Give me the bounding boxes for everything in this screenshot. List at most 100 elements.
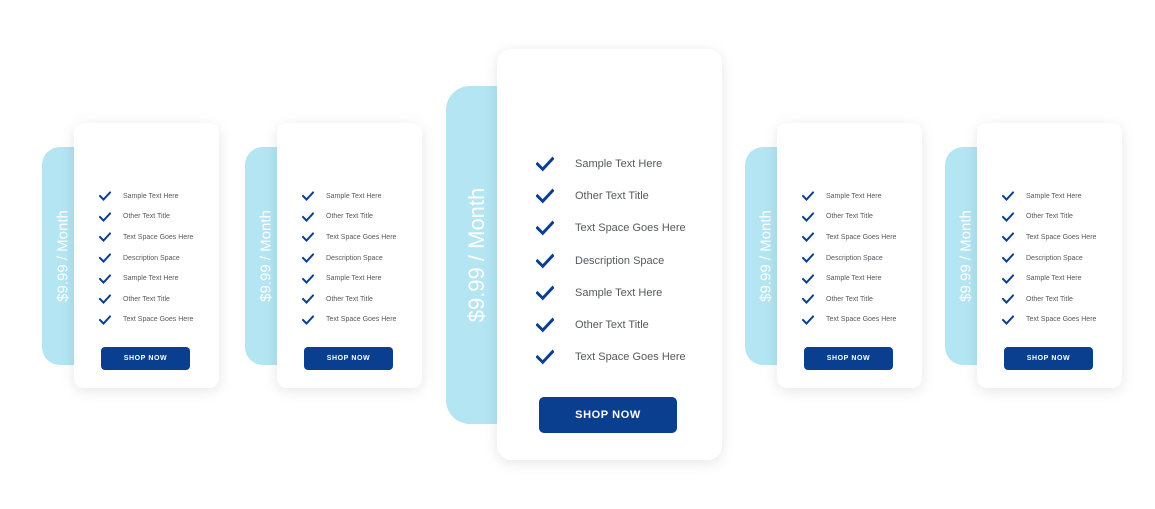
check-icon xyxy=(1002,314,1014,326)
feature-item: Text Space Goes Here xyxy=(802,310,896,331)
feature-label: Other Text Title xyxy=(575,190,649,203)
feature-label: Other Text Title xyxy=(326,295,373,303)
feature-label: Sample Text Here xyxy=(575,158,663,171)
shop-now-button[interactable]: SHOP NOW xyxy=(304,347,393,370)
feature-item: Sample Text Here xyxy=(99,268,193,289)
shop-now-button[interactable]: SHOP NOW xyxy=(539,397,677,433)
feature-item: Sample Text Here xyxy=(1002,268,1096,289)
feature-label: Text Space Goes Here xyxy=(575,222,686,235)
feature-label: Text Space Goes Here xyxy=(123,233,194,241)
check-icon xyxy=(802,211,814,223)
check-icon xyxy=(802,190,814,202)
feature-label: Text Space Goes Here xyxy=(826,316,897,324)
check-icon xyxy=(1002,190,1014,202)
feature-label: Sample Text Here xyxy=(575,286,663,299)
feature-item: Text Space Goes Here xyxy=(99,310,193,331)
check-icon xyxy=(99,190,111,202)
feature-label: Text Space Goes Here xyxy=(575,351,686,364)
check-icon xyxy=(99,293,111,305)
feature-item: Sample Text Here xyxy=(302,268,396,289)
feature-list: Sample Text Here Other Text Title Text S… xyxy=(99,186,193,330)
feature-item: Other Text Title xyxy=(1002,207,1096,228)
feature-label: Sample Text Here xyxy=(826,275,882,283)
feature-label: Sample Text Here xyxy=(326,275,382,283)
feature-list: Sample Text Here Other Text Title Text S… xyxy=(1002,186,1096,330)
check-icon xyxy=(99,314,111,326)
check-icon xyxy=(536,316,554,334)
check-icon xyxy=(536,284,554,302)
feature-item: Sample Text Here xyxy=(302,186,396,207)
feature-item: Description Space xyxy=(802,248,896,269)
feature-item: Description Space xyxy=(302,248,396,269)
feature-label: Description Space xyxy=(326,254,383,262)
feature-item: Sample Text Here xyxy=(802,268,896,289)
plan-card: Sample Text Here Other Text Title Text S… xyxy=(497,49,722,460)
feature-label: Sample Text Here xyxy=(123,192,179,200)
feature-label: Sample Text Here xyxy=(826,192,882,200)
check-icon xyxy=(302,211,314,223)
check-icon xyxy=(302,273,314,285)
check-icon xyxy=(1002,231,1014,243)
feature-item: Description Space xyxy=(1002,248,1096,269)
feature-item: Other Text Title xyxy=(536,309,686,341)
feature-item: Other Text Title xyxy=(99,289,193,310)
feature-label: Other Text Title xyxy=(826,213,873,221)
feature-label: Other Text Title xyxy=(1026,213,1073,221)
feature-list: Sample Text Here Other Text Title Text S… xyxy=(802,186,896,330)
feature-item: Other Text Title xyxy=(1002,289,1096,310)
check-icon xyxy=(1002,273,1014,285)
price-label: $9.99 / Month xyxy=(257,210,275,302)
plan-card: Sample Text Here Other Text Title Text S… xyxy=(277,123,422,388)
plan-card: Sample Text Here Other Text Title Text S… xyxy=(777,123,922,388)
check-icon xyxy=(302,252,314,264)
feature-item: Other Text Title xyxy=(802,289,896,310)
shop-now-button[interactable]: SHOP NOW xyxy=(1004,347,1093,370)
feature-item: Text Space Goes Here xyxy=(302,227,396,248)
feature-item: Other Text Title xyxy=(302,207,396,228)
feature-label: Description Space xyxy=(1026,254,1083,262)
feature-item: Other Text Title xyxy=(802,207,896,228)
feature-label: Text Space Goes Here xyxy=(1026,233,1097,241)
feature-label: Text Space Goes Here xyxy=(326,233,397,241)
check-icon xyxy=(536,252,554,270)
check-icon xyxy=(802,293,814,305)
feature-item: Sample Text Here xyxy=(536,277,686,309)
feature-label: Other Text Title xyxy=(1026,295,1073,303)
plan-card: Sample Text Here Other Text Title Text S… xyxy=(74,123,219,388)
check-icon xyxy=(302,231,314,243)
check-icon xyxy=(99,252,111,264)
feature-item: Text Space Goes Here xyxy=(302,310,396,331)
plan-card: Sample Text Here Other Text Title Text S… xyxy=(977,123,1122,388)
check-icon xyxy=(536,187,554,205)
feature-label: Other Text Title xyxy=(326,213,373,221)
feature-item: Other Text Title xyxy=(302,289,396,310)
check-icon xyxy=(536,348,554,366)
feature-label: Description Space xyxy=(575,254,665,267)
check-icon xyxy=(802,273,814,285)
price-label: $9.99 / Month xyxy=(957,210,975,302)
feature-item: Text Space Goes Here xyxy=(99,227,193,248)
feature-label: Other Text Title xyxy=(575,319,649,332)
feature-item: Sample Text Here xyxy=(802,186,896,207)
feature-label: Other Text Title xyxy=(826,295,873,303)
feature-item: Text Space Goes Here xyxy=(1002,227,1096,248)
feature-label: Sample Text Here xyxy=(326,192,382,200)
feature-item: Description Space xyxy=(536,245,686,277)
check-icon xyxy=(1002,252,1014,264)
feature-list: Sample Text Here Other Text Title Text S… xyxy=(302,186,396,330)
feature-list: Sample Text Here Other Text Title Text S… xyxy=(536,148,686,373)
price-label: $9.99 / Month xyxy=(54,210,72,302)
feature-label: Other Text Title xyxy=(123,213,170,221)
check-icon xyxy=(802,231,814,243)
feature-item: Text Space Goes Here xyxy=(536,212,686,244)
feature-label: Sample Text Here xyxy=(123,275,179,283)
feature-item: Other Text Title xyxy=(536,180,686,212)
check-icon xyxy=(1002,211,1014,223)
feature-item: Sample Text Here xyxy=(536,148,686,180)
feature-item: Sample Text Here xyxy=(99,186,193,207)
feature-item: Other Text Title xyxy=(99,207,193,228)
shop-now-button[interactable]: SHOP NOW xyxy=(804,347,893,370)
feature-item: Sample Text Here xyxy=(1002,186,1096,207)
check-icon xyxy=(302,190,314,202)
shop-now-button[interactable]: SHOP NOW xyxy=(101,347,190,370)
